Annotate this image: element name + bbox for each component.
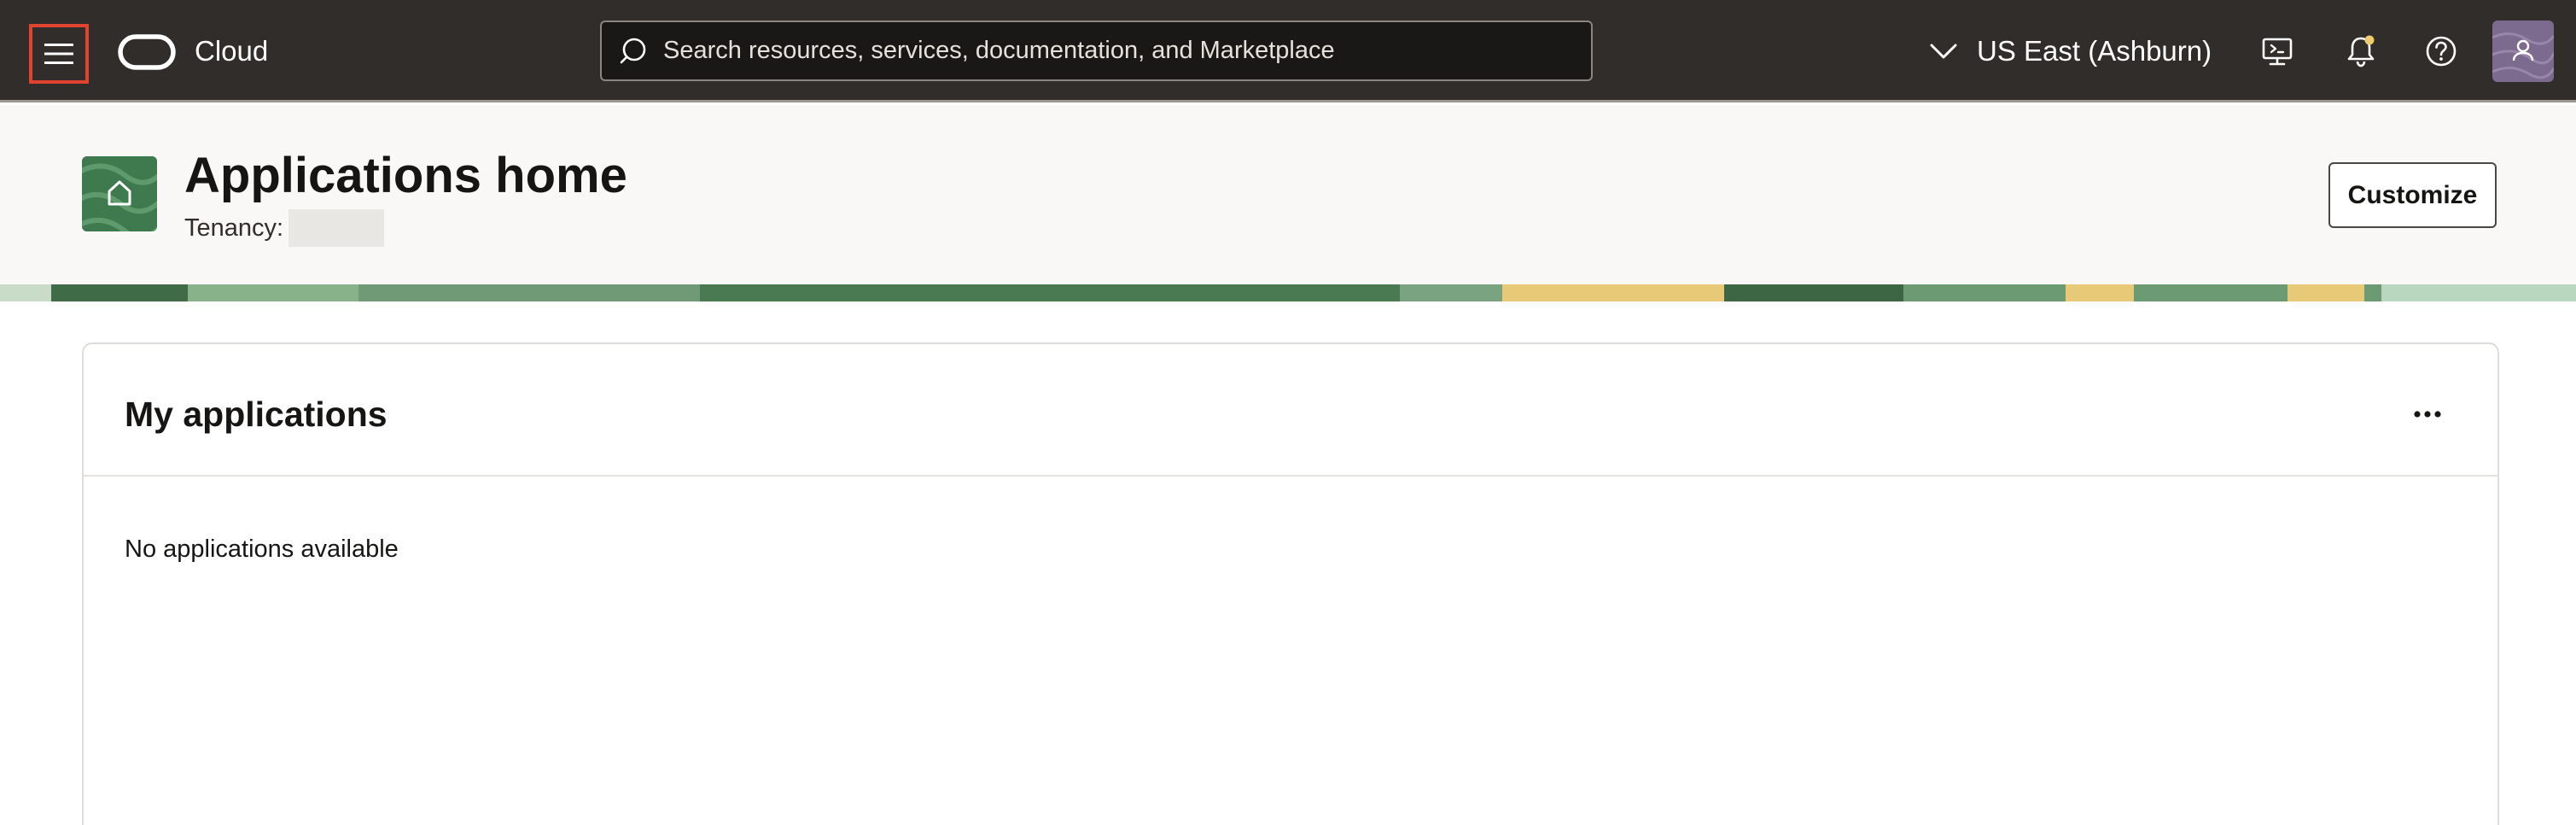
search-bar[interactable]	[600, 20, 1593, 81]
user-icon	[2492, 32, 2554, 79]
tenancy-value[interactable]	[288, 209, 385, 247]
my-applications-card: My applications No applications availabl…	[82, 342, 2499, 825]
search-input[interactable]	[663, 25, 1591, 77]
help-icon	[2426, 36, 2457, 67]
menu-icon	[44, 44, 73, 64]
card-actions-button[interactable]	[2405, 395, 2450, 433]
cloud-shell-icon	[2262, 38, 2293, 66]
search-icon	[619, 34, 653, 68]
brand-name[interactable]: Cloud	[195, 32, 268, 70]
empty-state-message: No applications available	[125, 535, 399, 563]
card-divider	[84, 475, 2497, 477]
help-button[interactable]	[2421, 31, 2462, 72]
chevron-down-icon	[1930, 44, 1957, 59]
oracle-logo[interactable]	[118, 34, 176, 70]
page-header: Applications home Tenancy: Customize	[0, 105, 2576, 284]
applications-home-icon	[82, 156, 157, 231]
tenancy-info: Tenancy:	[184, 209, 385, 247]
cloud-shell-button[interactable]	[2257, 31, 2298, 72]
tenancy-label: Tenancy:	[184, 214, 284, 242]
top-navigation-bar: Cloud US East (Ashburn)	[0, 0, 2576, 102]
card-title: My applications	[125, 395, 388, 434]
notifications-button[interactable]	[2340, 31, 2381, 72]
user-avatar[interactable]	[2492, 20, 2554, 82]
region-selector[interactable]: US East (Ashburn)	[1929, 31, 2212, 72]
console-page: Cloud US East (Ashburn)	[0, 0, 2576, 825]
navigation-menu-button[interactable]	[29, 24, 89, 84]
region-label: US East (Ashburn)	[1977, 35, 2212, 67]
more-icon	[2414, 411, 2441, 418]
decorative-banner	[0, 284, 2576, 301]
customize-button[interactable]: Customize	[2328, 162, 2497, 228]
page-title: Applications home	[184, 148, 627, 203]
bell-icon	[2347, 35, 2375, 67]
